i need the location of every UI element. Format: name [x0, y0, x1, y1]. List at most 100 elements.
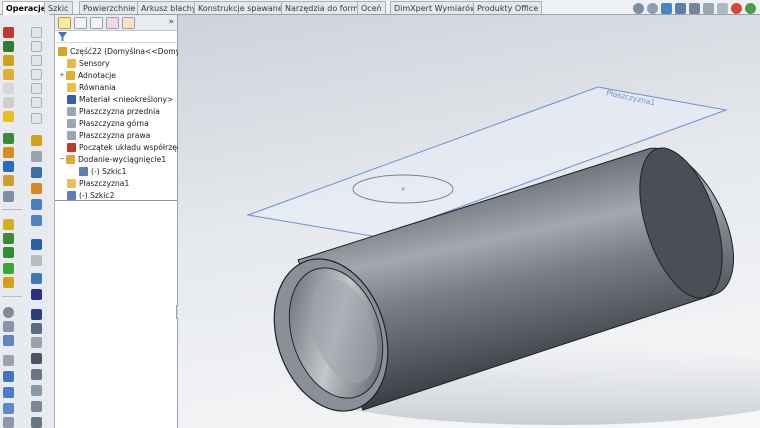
tab-arkusz-blachy[interactable]: Arkusz blachy: [137, 1, 201, 14]
cut-revolve-icon[interactable]: [31, 69, 42, 80]
more-tabs-button[interactable]: »: [168, 17, 174, 27]
extrude-icon[interactable]: [3, 41, 14, 52]
tree-node-plane1[interactable]: Płaszczyzna1: [67, 178, 129, 189]
weld-symbol-icon[interactable]: [3, 417, 14, 428]
feature-tree-tab-icon[interactable]: [58, 17, 71, 29]
loft-icon[interactable]: [3, 83, 14, 94]
reference-geometry-icon[interactable]: [3, 233, 14, 244]
edit-appearance-icon[interactable]: [731, 2, 742, 14]
tree-node-right-plane[interactable]: Płaszczyzna prawa: [67, 130, 150, 141]
tab-dimxpert[interactable]: DimXpert Wymiarów: [390, 1, 481, 14]
chamfer-icon[interactable]: [3, 111, 14, 122]
rib-icon[interactable]: [3, 133, 14, 144]
sweep-icon[interactable]: [3, 69, 14, 80]
weld-bead-icon[interactable]: [31, 369, 42, 380]
revolve-icon[interactable]: [3, 55, 14, 66]
view-orientation-icon[interactable]: [689, 2, 700, 14]
tree-node-origin[interactable]: Początek układu współrzędn: [67, 142, 187, 153]
hide-show-icon[interactable]: [717, 2, 728, 14]
offset-icon[interactable]: [31, 183, 42, 194]
dimxpert-manager-tab-icon[interactable]: [106, 17, 119, 29]
tree-node-label: (-) Szkic1: [91, 167, 127, 176]
search-icon[interactable]: [31, 323, 42, 334]
collapse-toggle[interactable]: −: [59, 154, 65, 165]
circle-icon[interactable]: [3, 307, 14, 318]
tree-node-label: Równania: [79, 83, 116, 92]
tree-node-label: Część22 (Domyślna<<Domyśln: [70, 47, 192, 56]
cut-sweep-icon[interactable]: [31, 83, 42, 94]
rotate-icon[interactable]: [31, 255, 42, 266]
command-manager-tabs: Operacje Szkic Powierzchnie Arkusz blach…: [0, 0, 760, 15]
mirror-icon[interactable]: [3, 219, 14, 230]
line-icon[interactable]: [3, 277, 14, 288]
plane-icon: [67, 131, 76, 140]
tab-operacje[interactable]: Operacje: [2, 1, 51, 15]
tab-konstrukcje-spawane[interactable]: Konstrukcje spawane: [194, 1, 287, 14]
cut-icon[interactable]: [31, 55, 42, 66]
display-manager-tab-icon[interactable]: [122, 17, 135, 29]
relations-icon[interactable]: [31, 151, 42, 162]
tree-node-part[interactable]: Część22 (Domyślna<<Domyśln: [58, 46, 191, 57]
table-icon[interactable]: [31, 417, 42, 428]
tab-narzedzia-do-form[interactable]: Narzędzia do form: [281, 1, 363, 14]
instant3d-icon[interactable]: [3, 263, 14, 274]
tree-node-rownania[interactable]: Równania: [67, 82, 116, 93]
tab-produkty-office[interactable]: Produkty Office: [473, 1, 543, 14]
tab-ocen[interactable]: Oceń: [357, 1, 386, 14]
note-icon[interactable]: [3, 371, 14, 382]
surface-finish-icon[interactable]: [3, 403, 14, 414]
smart-dimension-icon[interactable]: [3, 27, 14, 38]
annotations-icon: [66, 71, 75, 80]
tab-szkic[interactable]: Szkic: [44, 1, 73, 14]
feature-filter[interactable]: [55, 31, 177, 43]
center-mark-icon[interactable]: [31, 401, 42, 412]
shell-icon[interactable]: [3, 147, 14, 158]
format-icon[interactable]: [31, 289, 42, 300]
tree-node-front-plane[interactable]: Płaszczyzna przednia: [67, 106, 160, 117]
balloon-icon[interactable]: [3, 387, 14, 398]
move-icon[interactable]: [31, 239, 42, 250]
property-manager-tab-icon[interactable]: [74, 17, 87, 29]
display-style-icon[interactable]: [703, 2, 714, 14]
hatch-icon[interactable]: [31, 385, 42, 396]
tree-node-top-plane[interactable]: Płaszczyzna górna: [67, 118, 149, 129]
boss-icon[interactable]: [31, 41, 42, 52]
fillet-icon[interactable]: [3, 97, 14, 108]
equations-icon: [67, 83, 76, 92]
apply-scene-icon[interactable]: [745, 2, 756, 14]
plane-icon: [67, 107, 76, 116]
model-view[interactable]: Płaszczyzna1: [178, 15, 760, 428]
configuration-manager-tab-icon[interactable]: [90, 17, 103, 29]
tree-node-extrude[interactable]: − Dodanie-wyciągnięcie1: [59, 154, 166, 165]
section-view-icon[interactable]: [675, 2, 686, 14]
tree-node-adnotacje[interactable]: + Adnotacje: [59, 70, 116, 81]
hole-icon[interactable]: [3, 175, 14, 186]
cut-loft-icon[interactable]: [31, 97, 42, 108]
block-icon[interactable]: [31, 215, 42, 226]
zoom-fit-icon[interactable]: [633, 2, 644, 14]
spell-check-icon[interactable]: [31, 273, 42, 284]
boundary-icon[interactable]: [31, 113, 42, 124]
check-icon[interactable]: [31, 353, 42, 364]
tree-node-sketch1[interactable]: (-) Szkic1: [79, 166, 126, 177]
font-a-icon[interactable]: [31, 309, 42, 320]
text-icon[interactable]: [3, 355, 14, 366]
tree-node-sensory[interactable]: Sensory: [67, 58, 110, 69]
smart-dim-icon[interactable]: [31, 135, 42, 146]
spline-icon[interactable]: [3, 335, 14, 346]
previous-view-icon[interactable]: [661, 2, 672, 14]
tree-node-material[interactable]: Materiał <nieokreślony>: [67, 94, 173, 105]
convert-icon[interactable]: [31, 167, 42, 178]
curves-icon[interactable]: [3, 247, 14, 258]
trim-icon[interactable]: [31, 199, 42, 210]
arc-icon[interactable]: [3, 321, 14, 332]
sketch-box-icon[interactable]: [31, 27, 42, 38]
graphics-area[interactable]: Płaszczyzna1: [178, 15, 760, 428]
draft-icon[interactable]: [3, 161, 14, 172]
datum-icon[interactable]: [31, 337, 42, 348]
pattern-icon[interactable]: [3, 191, 14, 202]
expand-toggle[interactable]: +: [59, 70, 65, 81]
plane-icon: [67, 179, 76, 188]
zoom-area-icon[interactable]: [647, 2, 658, 14]
tab-powierzchnie[interactable]: Powierzchnie: [79, 1, 140, 14]
